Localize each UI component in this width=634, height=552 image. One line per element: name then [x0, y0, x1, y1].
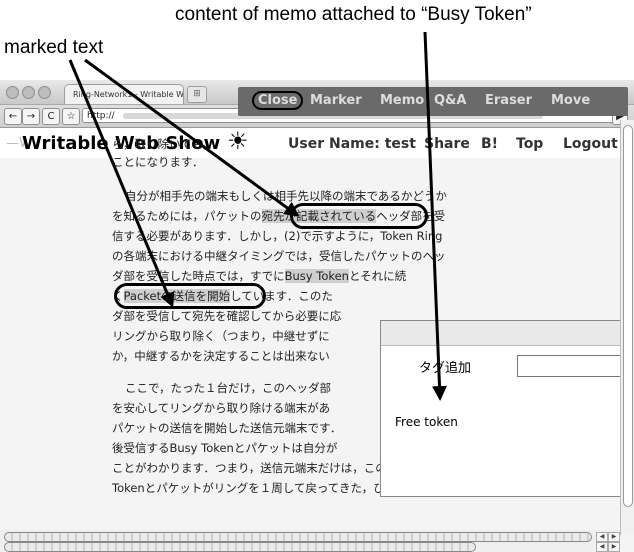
- callout-arrows: [68, 31, 448, 401]
- arrow-to-marked-text-1: [68, 59, 175, 308]
- arrow-to-memo: [423, 31, 448, 401]
- arrow-to-marked-text-2: [84, 58, 300, 217]
